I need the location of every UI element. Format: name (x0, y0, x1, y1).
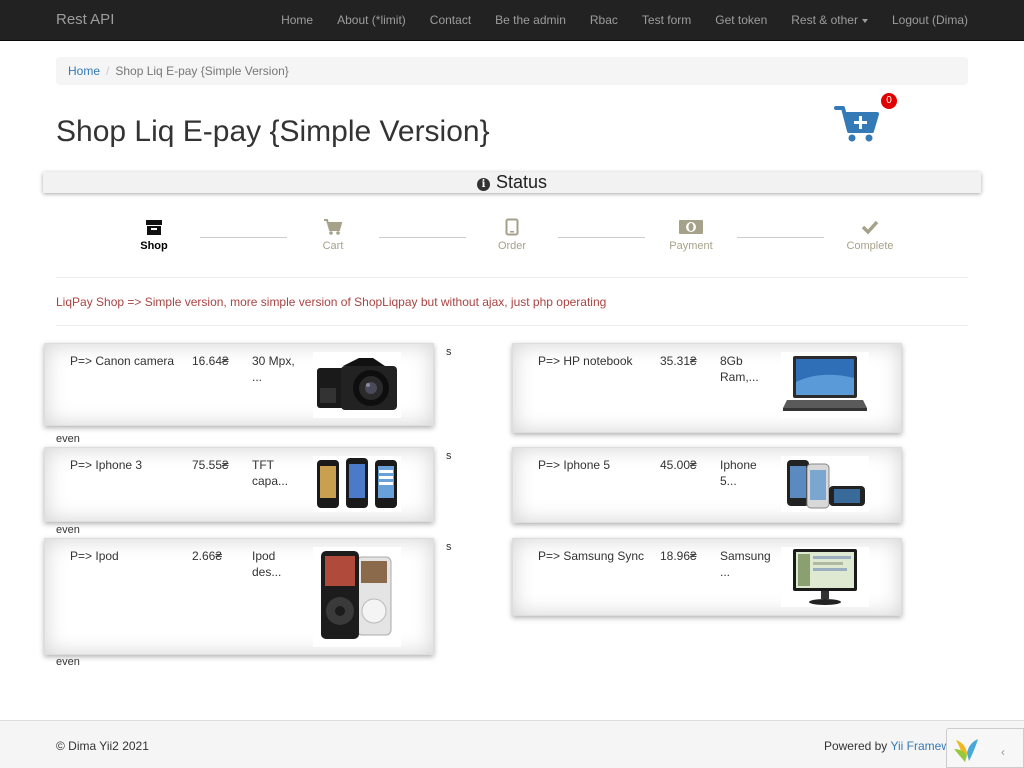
product-card-iphone-5[interactable]: P=> Iphone 5 45.00₴ Iphone 5... (512, 447, 902, 523)
product-description: Ipod des... (252, 549, 282, 579)
product-card-hp-notebook[interactable]: P=> HP notebook 35.31₴ 8Gb Ram,... (512, 343, 902, 433)
yii-debug-toolbar-toggle[interactable] (946, 728, 1024, 768)
product-name: P=> HP notebook (538, 354, 633, 368)
product-description: TFT capa... (252, 458, 289, 488)
ipod-image (313, 547, 401, 647)
archive-icon (114, 217, 194, 237)
page-title: Shop Liq E-pay {Simple Version} (56, 115, 490, 148)
footer-powered-by: Powered by Yii Framew (824, 739, 950, 753)
step-connector (379, 237, 466, 238)
product-price: 2.66₴ (192, 549, 223, 563)
row-marker-even: even (56, 433, 80, 445)
camera-image (313, 352, 401, 418)
laptop-image (781, 352, 869, 418)
cart-plus-icon[interactable] (834, 104, 880, 144)
product-card-ipod[interactable]: P=> Ipod 2.66₴ Ipod des... (44, 538, 434, 655)
product-name: P=> Canon camera (70, 354, 175, 368)
step-order[interactable]: Order (472, 217, 552, 252)
product-name: P=> Samsung Sync (538, 549, 645, 563)
breadcrumb-home[interactable]: Home (68, 64, 100, 78)
step-order-label: Order (497, 240, 527, 252)
caret-down-icon (861, 18, 868, 23)
info-icon: i (476, 178, 490, 191)
product-price: 45.00₴ (660, 458, 697, 472)
product-name: P=> Iphone 3 (70, 458, 143, 472)
product-price: 35.31₴ (660, 354, 697, 368)
footer-copyright: © Dima Yii2 2021 (56, 739, 149, 753)
step-shop[interactable]: Shop (114, 217, 194, 252)
breadcrumb-current: Shop Liq E-pay {Simple Version} (115, 64, 289, 78)
step-connector (737, 237, 824, 238)
breadcrumb: Home / Shop Liq E-pay {Simple Version} (56, 57, 968, 85)
status-title: Status (495, 172, 548, 192)
shop-description: LiqPay Shop => Simple version, more simp… (56, 295, 607, 309)
product-card-canon-camera[interactable]: P=> Canon camera 16.64₴ 30 Mpx, ... (44, 343, 434, 426)
nav-contact[interactable]: Contact (418, 0, 483, 40)
step-connector (558, 237, 645, 238)
footer: © Dima Yii2 2021 Powered by Yii Framew (0, 720, 1024, 768)
product-card-iphone-3[interactable]: P=> Iphone 3 75.55₴ TFT capa... (44, 447, 434, 522)
nav-test-form[interactable]: Test form (630, 0, 703, 40)
cart-count-badge: 0 (881, 93, 897, 109)
product-description: Samsung ... (720, 549, 771, 579)
breadcrumb-separator: / (106, 64, 110, 78)
nav-rbac[interactable]: Rbac (578, 0, 630, 40)
nav-rest-other-dropdown[interactable]: Rest & other (779, 0, 880, 40)
product-description: Iphone 5... (720, 458, 757, 488)
row-marker-s: s (446, 541, 452, 553)
nav-about[interactable]: About (*limit) (325, 0, 418, 40)
step-cart[interactable]: Cart (293, 217, 373, 252)
divider (56, 325, 968, 326)
row-marker-s: s (446, 450, 452, 462)
tablet-icon (472, 217, 552, 237)
step-payment[interactable]: Payment (651, 217, 731, 252)
brand-link[interactable]: Rest API (56, 11, 114, 28)
nav-get-token[interactable]: Get token (703, 0, 779, 40)
step-payment-label: Payment (669, 240, 713, 252)
nav-be-admin[interactable]: Be the admin (483, 0, 578, 40)
row-marker-s: s (446, 346, 452, 358)
powered-by-text: Powered by (823, 739, 888, 753)
nav-rest-other-label: Rest & other (791, 13, 858, 27)
status-bar: i Status (43, 172, 981, 193)
phones-image (313, 456, 401, 512)
product-name: P=> Ipod (70, 549, 119, 563)
row-marker-even: even (56, 656, 80, 668)
nav-logout[interactable]: Logout (Dima) (880, 0, 968, 40)
nav-home[interactable]: Home (269, 0, 325, 40)
iphone5-image (781, 456, 869, 512)
navbar: Rest API Home About (*limit) Contact Be … (0, 0, 1024, 41)
product-price: 18.96₴ (660, 549, 697, 563)
product-description: 30 Mpx, ... (252, 354, 295, 384)
divider (56, 277, 968, 278)
product-name: P=> Iphone 5 (538, 458, 611, 472)
yii-framework-link[interactable]: Yii Framew (890, 739, 950, 753)
monitor-image (781, 547, 869, 607)
step-cart-label: Cart (322, 240, 344, 252)
step-connector (200, 237, 287, 238)
step-complete-label: Complete (846, 240, 894, 252)
product-price: 75.55₴ (192, 458, 229, 472)
product-card-samsung-sync[interactable]: P=> Samsung Sync 18.96₴ Samsung ... (512, 538, 902, 616)
check-icon (830, 217, 910, 237)
nav-menu: Home About (*limit) Contact Be the admin… (269, 0, 968, 40)
chevron-left-icon[interactable]: ‹ (1001, 745, 1005, 759)
cart-icon (293, 217, 373, 237)
step-complete[interactable]: Complete (830, 217, 910, 252)
money-icon (651, 217, 731, 237)
product-price: 16.64₴ (192, 354, 229, 368)
step-shop-label: Shop (140, 240, 168, 252)
product-description: 8Gb Ram,... (720, 354, 759, 384)
row-marker-even: even (56, 524, 80, 536)
yii-logo-icon (954, 739, 978, 762)
